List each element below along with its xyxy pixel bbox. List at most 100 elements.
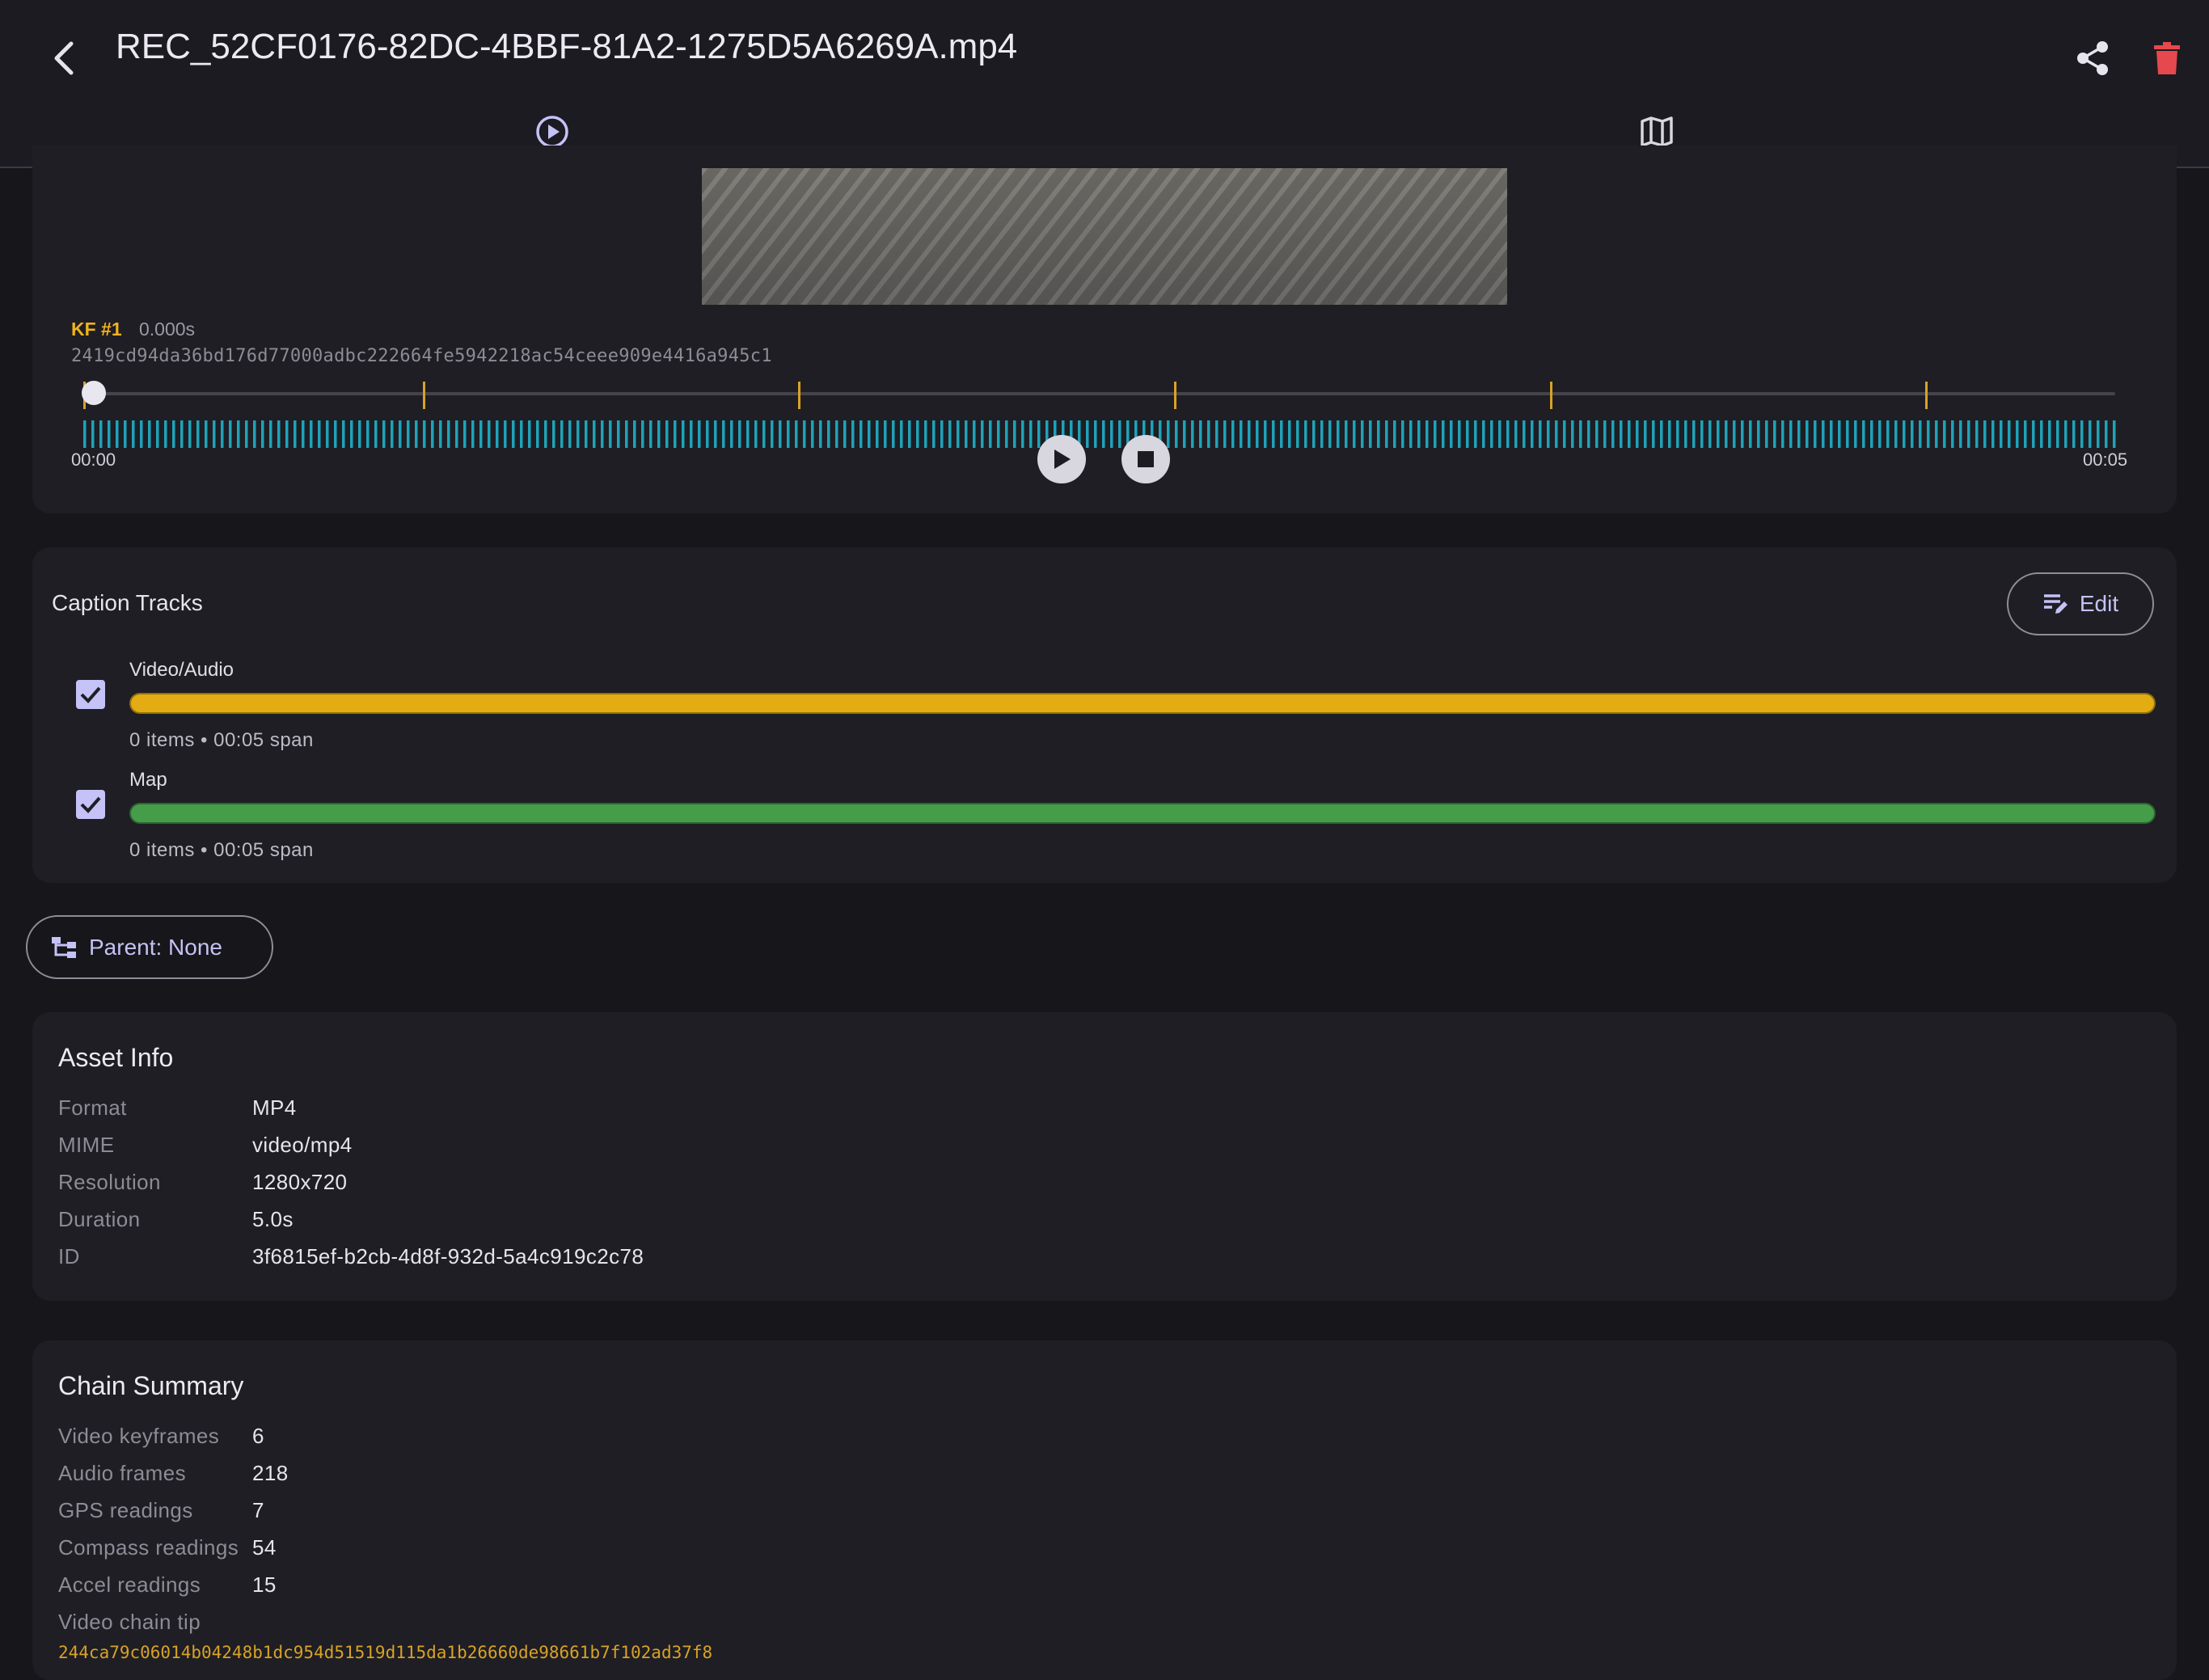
waveform-bar: [1296, 420, 1299, 448]
waveform-bar: [237, 420, 240, 448]
waveform-bar: [957, 420, 960, 448]
waveform-bar: [302, 420, 305, 448]
waveform-bar: [649, 420, 653, 448]
waveform-bar: [1975, 420, 1979, 448]
share-button[interactable]: [2060, 18, 2125, 99]
waveform-bar: [1620, 420, 1623, 448]
waveform-bar: [657, 420, 661, 448]
waveform-bar: [1385, 420, 1388, 448]
waveform-bar: [285, 420, 289, 448]
track-bar-map[interactable]: [129, 803, 2156, 824]
video-preview[interactable]: [702, 168, 1507, 305]
waveform-bar: [2040, 420, 2043, 448]
waveform-bar: [1846, 420, 1849, 448]
waveform-bar: [2008, 420, 2011, 448]
waveform-bar: [318, 420, 321, 448]
waveform-bar: [415, 420, 418, 448]
waveform-bar: [2097, 420, 2100, 448]
waveform-bar: [366, 420, 370, 448]
track-bar-video-audio[interactable]: [129, 693, 2156, 714]
waveform-bar: [1692, 420, 1696, 448]
waveform-bar: [310, 420, 313, 448]
waveform-bar: [738, 420, 741, 448]
waveform-bar: [1240, 420, 1243, 448]
waveform-bar: [560, 420, 564, 448]
waveform-bar: [245, 420, 248, 448]
keyframe-tick[interactable]: [422, 382, 425, 409]
waveform-bar: [1361, 420, 1364, 448]
keyframe-tick[interactable]: [1925, 382, 1928, 409]
share-icon: [2077, 41, 2108, 75]
waveform-bar: [989, 420, 992, 448]
back-button[interactable]: [23, 18, 103, 99]
waveform-bar: [91, 420, 95, 448]
waveform-bar: [1644, 420, 1647, 448]
waveform-bar: [423, 420, 426, 448]
waveform-bar: [1304, 420, 1307, 448]
track-checkbox-map[interactable]: [76, 790, 105, 819]
chain-key-audio-frames: Audio frames: [58, 1461, 186, 1485]
waveform-bar: [1854, 420, 1857, 448]
waveform-bar: [1830, 420, 1833, 448]
waveform-bar: [843, 420, 847, 448]
waveform-bar: [1676, 420, 1679, 448]
waveform-bar: [1474, 420, 1477, 448]
play-button[interactable]: [1037, 435, 1086, 483]
parent-chip[interactable]: Parent: None: [26, 915, 273, 979]
waveform-bar: [1862, 420, 1865, 448]
chain-value-accel-readings: 15: [252, 1572, 277, 1597]
waveform-bar: [1603, 420, 1607, 448]
delete-button[interactable]: [2135, 18, 2199, 99]
waveform-bar: [1514, 420, 1518, 448]
keyframe-tick[interactable]: [1549, 382, 1552, 409]
waveform-bar: [1256, 420, 1259, 448]
trash-icon: [2154, 42, 2180, 74]
waveform-bar: [180, 420, 184, 448]
waveform-bar: [2064, 420, 2068, 448]
seek-thumb[interactable]: [82, 381, 106, 405]
waveform-bar: [965, 420, 968, 448]
waveform-bar: [779, 420, 782, 448]
waveform-bar: [665, 420, 669, 448]
waveform-bar: [536, 420, 539, 448]
asset-value-format: MP4: [252, 1095, 297, 1120]
chain-value-audio-frames: 218: [252, 1461, 289, 1485]
edit-label: Edit: [2079, 591, 2119, 616]
waveform-bar: [1401, 420, 1404, 448]
waveform-bar: [973, 420, 976, 448]
waveform-bar: [1013, 420, 1016, 448]
waveform-bar: [1733, 420, 1736, 448]
asset-value-duration: 5.0s: [252, 1207, 294, 1231]
waveform-bar: [1029, 420, 1033, 448]
waveform-bar: [1927, 420, 1930, 448]
waveform-bar: [851, 420, 855, 448]
waveform-bar: [609, 420, 612, 448]
chevron-left-icon: [54, 41, 74, 75]
waveform-bar: [1167, 420, 1170, 448]
waveform-bar: [108, 420, 111, 448]
waveform-bar: [399, 420, 402, 448]
waveform-bar: [1199, 420, 1202, 448]
waveform-bar: [593, 420, 596, 448]
waveform-bar: [1110, 420, 1113, 448]
waveform-bar: [1571, 420, 1574, 448]
track-checkbox-video-audio[interactable]: [76, 680, 105, 709]
waveform-bar: [1482, 420, 1485, 448]
keyframe-tick[interactable]: [798, 382, 801, 409]
asset-info-title: Asset Info: [58, 1043, 174, 1072]
waveform-bar: [164, 420, 167, 448]
waveform-bar: [172, 420, 175, 448]
waveform-bar: [1789, 420, 1793, 448]
edit-button[interactable]: Edit: [2007, 572, 2154, 635]
seek-track[interactable]: [84, 392, 2115, 395]
waveform-bar: [2016, 420, 2019, 448]
waveform-bar: [2072, 420, 2076, 448]
keyframe-tick[interactable]: [1173, 382, 1176, 409]
waveform-bar: [391, 420, 394, 448]
waveform-bar: [827, 420, 830, 448]
waveform-bar: [471, 420, 475, 448]
waveform-bar: [221, 420, 224, 448]
waveform-bar: [350, 420, 353, 448]
stop-button[interactable]: [1121, 435, 1170, 483]
waveform-bar: [1086, 420, 1089, 448]
